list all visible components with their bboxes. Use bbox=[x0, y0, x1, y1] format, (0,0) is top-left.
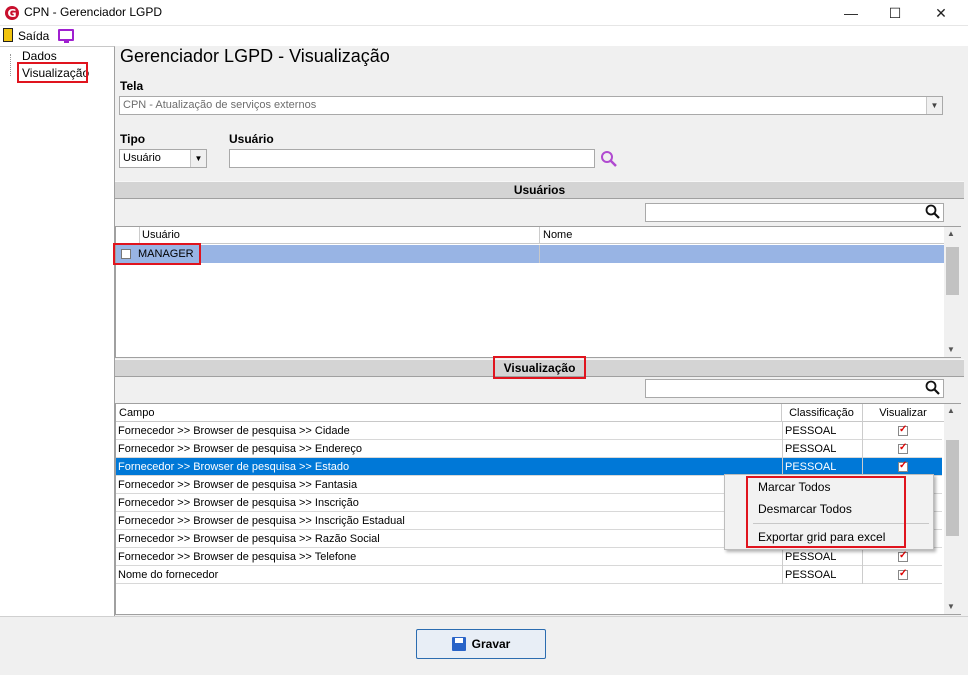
close-button[interactable]: ✕ bbox=[918, 0, 964, 26]
visualizar-checkbox[interactable] bbox=[898, 460, 908, 472]
tipo-select[interactable]: Usuário ▼ bbox=[119, 149, 207, 168]
maximize-button[interactable]: ☐ bbox=[872, 0, 918, 26]
campo-cell: Fornecedor >> Browser de pesquisa >> Ins… bbox=[118, 515, 405, 527]
table-row[interactable]: Fornecedor >> Browser de pesquisa >> End… bbox=[116, 440, 942, 458]
column-divider bbox=[862, 548, 863, 566]
campo-cell: Fornecedor >> Browser de pesquisa >> Tel… bbox=[118, 551, 357, 563]
column-header-usuario[interactable]: Usuário bbox=[139, 227, 180, 244]
column-divider bbox=[862, 566, 863, 584]
scrollbar-thumb[interactable] bbox=[946, 247, 959, 295]
tela-label: Tela bbox=[120, 79, 144, 93]
classificacao-cell: PESSOAL bbox=[782, 548, 862, 566]
scroll-down-icon[interactable]: ▼ bbox=[947, 602, 955, 611]
tipo-value: Usuário bbox=[123, 152, 161, 164]
page-title: Gerenciador LGPD - Visualização bbox=[120, 46, 390, 66]
scroll-up-icon[interactable]: ▲ bbox=[947, 406, 955, 415]
scroll-up-icon[interactable]: ▲ bbox=[947, 229, 955, 238]
table-row[interactable]: Fornecedor >> Browser de pesquisa >> Cid… bbox=[116, 422, 942, 440]
campo-cell: Fornecedor >> Browser de pesquisa >> Raz… bbox=[118, 533, 380, 545]
scroll-down-icon[interactable]: ▼ bbox=[947, 345, 955, 354]
svg-text:G: G bbox=[7, 7, 16, 20]
window-title: CPN - Gerenciador LGPD bbox=[24, 5, 163, 19]
users-scrollbar[interactable]: ▲ ▼ bbox=[944, 227, 961, 357]
users-grid[interactable]: Usuário Nome MANAGER ▲ ▼ bbox=[115, 226, 961, 358]
floppy-disk-icon bbox=[451, 637, 466, 651]
minimize-button[interactable]: — bbox=[828, 0, 874, 26]
visualizar-checkbox[interactable] bbox=[898, 424, 908, 436]
visualizar-checkbox[interactable] bbox=[898, 442, 908, 454]
column-divider bbox=[539, 245, 540, 263]
column-header-campo[interactable]: Campo bbox=[119, 404, 154, 422]
highlight-nav-visualizacao bbox=[17, 62, 88, 83]
table-row[interactable]: Fornecedor >> Browser de pesquisa >> Tel… bbox=[116, 548, 942, 566]
highlight-view-header bbox=[493, 356, 586, 379]
column-divider bbox=[862, 440, 863, 458]
tela-value: CPN - Atualização de serviços externos bbox=[123, 99, 317, 111]
nav-tree bbox=[0, 46, 115, 616]
classificacao-cell: PESSOAL bbox=[782, 566, 862, 584]
campo-cell: Fornecedor >> Browser de pesquisa >> Est… bbox=[118, 461, 350, 473]
exit-door-icon[interactable] bbox=[3, 28, 13, 42]
column-header-nome[interactable]: Nome bbox=[539, 227, 572, 244]
chevron-down-icon[interactable]: ▼ bbox=[190, 150, 206, 167]
search-icon[interactable] bbox=[925, 380, 941, 396]
campo-cell: Fornecedor >> Browser de pesquisa >> Cid… bbox=[118, 425, 350, 437]
nav-item-dados[interactable]: Dados bbox=[22, 49, 57, 63]
column-header-classificacao[interactable]: Classificação bbox=[781, 404, 861, 422]
highlight-context-menu bbox=[746, 476, 906, 548]
tela-select[interactable]: CPN - Atualização de serviços externos ▼ bbox=[119, 96, 943, 115]
campo-cell: Nome do fornecedor bbox=[118, 569, 219, 581]
campo-cell: Fornecedor >> Browser de pesquisa >> End… bbox=[118, 443, 362, 455]
usuario-label: Usuário bbox=[229, 132, 274, 146]
view-scrollbar[interactable]: ▲ ▼ bbox=[944, 404, 961, 614]
view-search-input[interactable] bbox=[645, 379, 944, 398]
visualizar-checkbox[interactable] bbox=[898, 550, 908, 562]
monitor-icon[interactable] bbox=[58, 29, 74, 43]
save-button-label: Gravar bbox=[471, 637, 511, 651]
table-row[interactable]: Nome do fornecedor PESSOAL bbox=[116, 566, 942, 584]
save-button[interactable]: Gravar bbox=[416, 629, 546, 659]
app-logo-icon: G bbox=[5, 6, 19, 20]
column-divider bbox=[862, 422, 863, 440]
table-row[interactable] bbox=[116, 245, 944, 263]
column-header-visualizar[interactable]: Visualizar bbox=[862, 404, 943, 422]
chevron-down-icon[interactable]: ▼ bbox=[926, 97, 942, 114]
campo-cell: Fornecedor >> Browser de pesquisa >> Ins… bbox=[118, 497, 359, 509]
menu-bar bbox=[0, 26, 968, 46]
users-section-header: Usuários bbox=[115, 181, 964, 199]
campo-cell: Fornecedor >> Browser de pesquisa >> Fan… bbox=[118, 479, 358, 491]
usuario-input[interactable] bbox=[229, 149, 595, 168]
users-search-input[interactable] bbox=[645, 203, 944, 222]
search-icon[interactable] bbox=[600, 150, 618, 168]
tipo-label: Tipo bbox=[120, 132, 146, 146]
classificacao-cell: PESSOAL bbox=[782, 422, 862, 440]
visualizar-checkbox[interactable] bbox=[898, 568, 908, 580]
classificacao-cell: PESSOAL bbox=[782, 440, 862, 458]
highlight-manager-row bbox=[113, 243, 201, 265]
scrollbar-thumb[interactable] bbox=[946, 440, 959, 536]
users-grid-header bbox=[116, 227, 944, 244]
menu-exit[interactable]: Saída bbox=[18, 29, 49, 43]
search-icon[interactable] bbox=[925, 204, 941, 220]
